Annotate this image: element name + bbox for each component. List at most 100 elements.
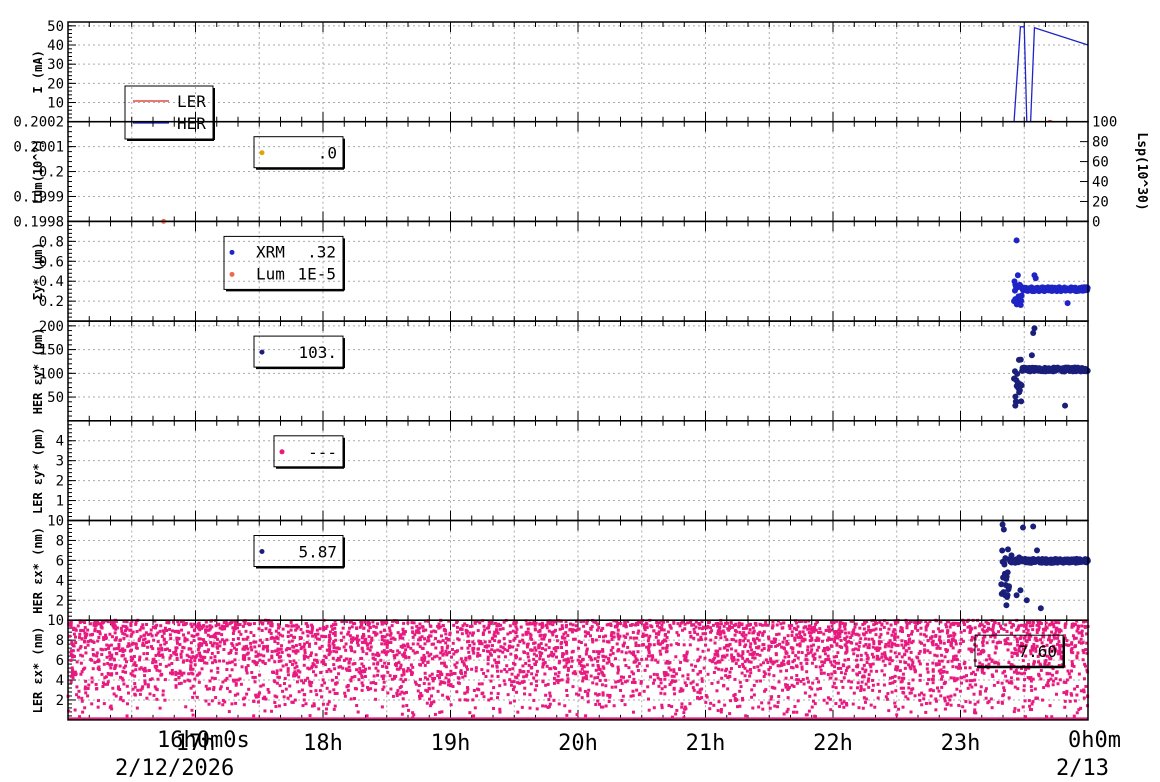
data-point bbox=[668, 623, 672, 627]
data-point bbox=[306, 630, 310, 634]
data-point bbox=[713, 656, 717, 660]
data-point bbox=[249, 645, 253, 649]
data-point bbox=[109, 663, 113, 667]
data-point bbox=[302, 698, 306, 702]
data-point bbox=[293, 666, 297, 670]
data-point bbox=[503, 668, 507, 672]
data-point bbox=[808, 634, 812, 638]
data-point bbox=[1017, 587, 1024, 594]
data-point bbox=[682, 643, 686, 647]
data-point bbox=[720, 676, 724, 680]
data-point bbox=[541, 680, 545, 684]
data-point bbox=[938, 646, 942, 650]
data-point bbox=[584, 634, 588, 638]
data-point bbox=[537, 630, 541, 634]
data-point bbox=[364, 637, 368, 641]
data-point bbox=[315, 628, 319, 632]
data-point bbox=[515, 634, 519, 638]
data-point bbox=[541, 665, 545, 669]
data-point bbox=[745, 669, 749, 673]
data-point bbox=[897, 707, 901, 711]
data-point bbox=[560, 624, 564, 628]
data-point bbox=[544, 643, 548, 647]
data-point bbox=[390, 624, 394, 628]
data-point bbox=[997, 630, 1001, 634]
data-point bbox=[785, 710, 789, 714]
data-point bbox=[77, 689, 81, 693]
data-point bbox=[282, 695, 286, 699]
data-point bbox=[786, 696, 790, 700]
data-point bbox=[127, 691, 131, 695]
data-point bbox=[783, 636, 787, 640]
data-point bbox=[72, 632, 76, 636]
y-axis-label: I (mA) bbox=[31, 50, 45, 93]
data-point bbox=[95, 651, 99, 655]
data-point bbox=[120, 629, 124, 633]
data-point bbox=[1013, 237, 1020, 244]
data-point bbox=[984, 696, 988, 700]
data-point bbox=[560, 626, 564, 630]
data-point bbox=[401, 697, 405, 701]
data-point bbox=[867, 643, 871, 647]
data-point bbox=[1031, 700, 1035, 704]
data-point bbox=[633, 654, 637, 658]
data-point bbox=[808, 694, 812, 698]
data-point bbox=[143, 679, 147, 683]
data-point bbox=[704, 637, 708, 641]
data-point bbox=[138, 658, 142, 662]
data-point bbox=[1057, 621, 1061, 625]
data-point bbox=[738, 638, 742, 642]
data-point bbox=[90, 676, 94, 680]
data-point bbox=[138, 628, 142, 632]
data-point bbox=[198, 637, 202, 641]
data-point bbox=[585, 647, 589, 651]
data-point bbox=[321, 658, 325, 662]
data-point bbox=[193, 629, 197, 633]
data-point bbox=[616, 679, 620, 683]
data-point bbox=[571, 623, 575, 627]
data-point bbox=[595, 628, 599, 632]
data-point bbox=[696, 632, 700, 636]
data-point bbox=[160, 634, 164, 638]
y2-tick-label: 20 bbox=[1092, 194, 1109, 210]
data-point bbox=[532, 676, 536, 680]
data-point bbox=[696, 659, 700, 663]
data-point bbox=[1070, 641, 1074, 645]
data-point bbox=[750, 648, 754, 652]
data-point bbox=[746, 639, 750, 643]
data-point bbox=[1004, 674, 1008, 678]
data-point bbox=[1041, 627, 1045, 631]
data-point bbox=[356, 643, 360, 647]
data-point bbox=[167, 621, 171, 625]
data-point bbox=[208, 679, 212, 683]
y-axis-label: HER εx* (nm) bbox=[31, 527, 45, 614]
data-point bbox=[367, 666, 371, 670]
data-point bbox=[443, 664, 447, 668]
data-point bbox=[74, 628, 78, 632]
data-point bbox=[815, 648, 819, 652]
data-point bbox=[836, 666, 840, 670]
data-point bbox=[233, 624, 237, 628]
data-point bbox=[246, 622, 250, 626]
data-point bbox=[521, 633, 525, 637]
data-point bbox=[951, 637, 955, 641]
data-point bbox=[771, 624, 775, 628]
data-point bbox=[1052, 635, 1056, 639]
data-point bbox=[489, 679, 493, 683]
data-point bbox=[158, 629, 162, 633]
data-point bbox=[218, 640, 222, 644]
data-point bbox=[162, 631, 166, 635]
data-point bbox=[512, 680, 516, 684]
data-point bbox=[301, 631, 305, 635]
data-point bbox=[852, 652, 856, 656]
data-point bbox=[333, 630, 337, 634]
data-point bbox=[1004, 623, 1008, 627]
monitor-chart: 1020304050I (mA)LERHER0.19980.19990.20.2… bbox=[13, 19, 1149, 756]
data-point bbox=[951, 665, 955, 669]
data-point bbox=[805, 670, 809, 674]
data-point bbox=[189, 641, 193, 645]
data-point bbox=[578, 670, 582, 674]
data-point bbox=[374, 697, 378, 701]
data-point bbox=[708, 707, 712, 711]
data-point bbox=[1077, 625, 1081, 629]
